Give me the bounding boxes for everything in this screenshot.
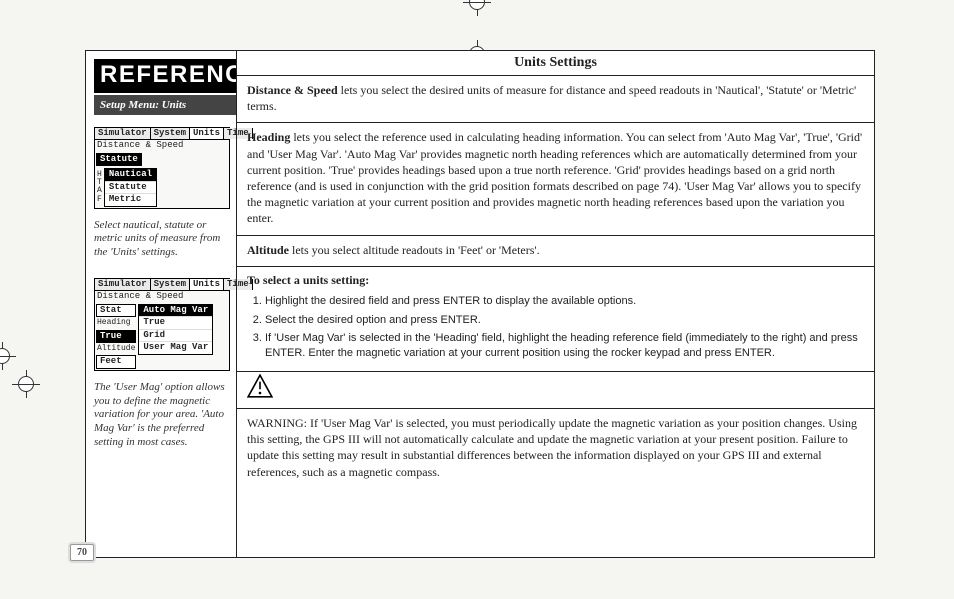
submenu-label: Setup Menu: Units: [94, 95, 236, 115]
distance-lead: Distance & Speed: [247, 83, 338, 97]
opt-true: True: [139, 317, 212, 329]
altitude-text: lets you select altitude readouts in 'Fe…: [289, 243, 540, 257]
opt-metric: Metric: [105, 194, 156, 205]
heading-dropdown: Auto Mag Var True Grid User Mag Var: [138, 304, 213, 355]
steps-list: Highlight the desired field and press EN…: [237, 288, 874, 372]
tab-simulator: Simulator: [95, 128, 151, 139]
para-heading: Heading lets you select the reference us…: [237, 123, 874, 235]
device-screenshot-heading: Simulator System Units Time Distance & S…: [94, 278, 230, 371]
heading-value2: True: [96, 330, 136, 343]
tab-units: Units: [190, 128, 224, 139]
warning-text: WARNING: If 'User Mag Var' is selected, …: [237, 409, 874, 488]
tab2-simulator: Simulator: [95, 279, 151, 290]
para-distance: Distance & Speed lets you select the des…: [237, 76, 874, 123]
tab2-system: System: [151, 279, 190, 290]
altitude-value2: Feet: [96, 355, 136, 368]
step-3: If 'User Mag Var' is selected in the 'He…: [265, 331, 864, 361]
side-label-f: F: [97, 196, 102, 204]
section-title: Units Settings: [237, 51, 874, 76]
crop-mark-top: [463, 0, 491, 16]
heading-lead: Heading: [247, 130, 290, 144]
caption-heading: The 'User Mag' option allows you to defi…: [94, 381, 230, 450]
tab-system: System: [151, 128, 190, 139]
distance-speed-label: Distance & Speed: [95, 140, 229, 151]
steps-heading: To select a units setting:: [237, 267, 874, 288]
device-screenshot-units: Simulator System Units Time Distance & S…: [94, 127, 230, 209]
altitude-lead: Altitude: [247, 243, 289, 257]
opt-automagvar: Auto Mag Var: [139, 305, 212, 317]
crop-mark-right: [12, 370, 40, 398]
page-number: 70: [70, 544, 94, 561]
step-2: Select the desired option and press ENTE…: [265, 313, 864, 328]
heading-text: lets you select the reference used in ca…: [247, 130, 862, 225]
para-altitude: Altitude lets you select altitude readou…: [237, 236, 874, 267]
heading-label2: Heading: [95, 318, 137, 328]
opt-usermagvar: User Mag Var: [139, 342, 212, 353]
right-column: Units Settings Distance & Speed lets you…: [236, 51, 874, 557]
warning-icon-row: [237, 372, 874, 409]
caption-units: Select nautical, statute or metric units…: [94, 219, 230, 260]
warning-icon: [247, 374, 273, 402]
step-1: Highlight the desired field and press EN…: [265, 294, 864, 309]
opt-grid: Grid: [139, 330, 212, 342]
left-column: REFERENCE Setup Menu: Units Simulator Sy…: [86, 51, 236, 557]
opt-nautical: Nautical: [105, 169, 156, 181]
page-title: REFERENCE: [94, 59, 236, 93]
distance-label2: Distance & Speed: [95, 291, 229, 302]
units-dropdown: Nautical Statute Metric: [104, 168, 157, 206]
crop-mark-left: [0, 342, 16, 370]
page-frame: REFERENCE Setup Menu: Units Simulator Sy…: [85, 50, 875, 558]
distance-text: lets you select the desired units of mea…: [247, 83, 856, 113]
distance-speed-value: Statute: [96, 153, 142, 166]
tab2-units: Units: [190, 279, 224, 290]
opt-statute: Statute: [105, 182, 156, 194]
distance-value2: Stat: [96, 304, 136, 317]
altitude-label2: Altitude: [95, 344, 137, 354]
